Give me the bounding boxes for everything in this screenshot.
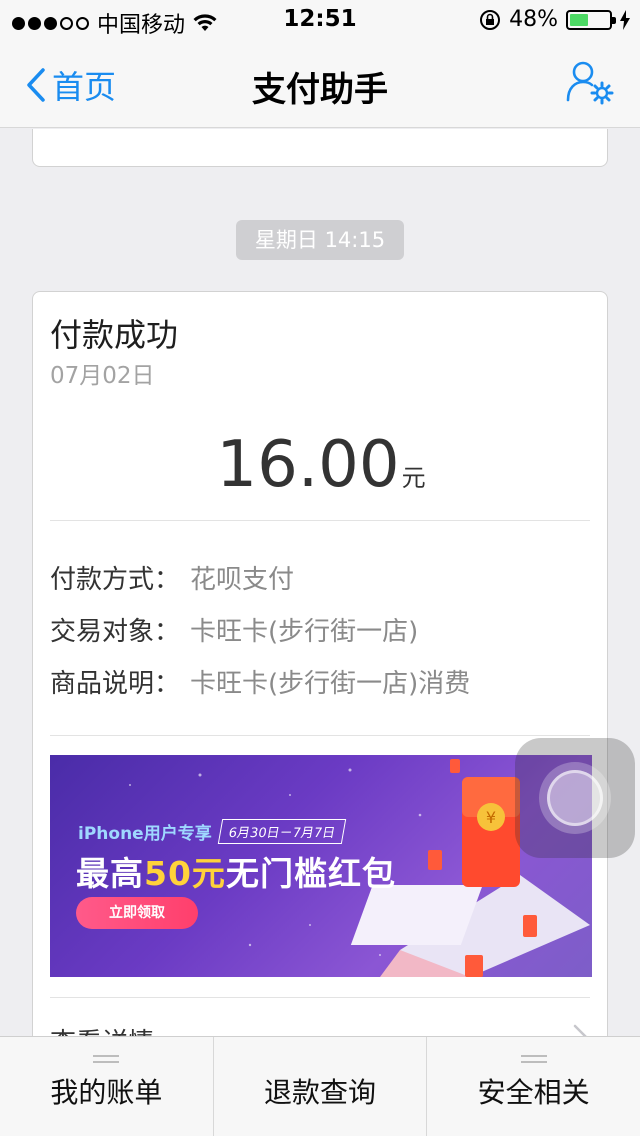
chevron-left-icon bbox=[27, 68, 45, 102]
banner-date-range: 6月30日－7月7日 bbox=[217, 819, 347, 844]
user-settings-button[interactable] bbox=[566, 60, 614, 110]
chevron-right-icon bbox=[573, 1024, 587, 1036]
headline-prefix: 最高 bbox=[76, 854, 144, 893]
user-settings-icon bbox=[566, 61, 614, 105]
battery-icon bbox=[566, 9, 616, 30]
divider bbox=[50, 735, 590, 736]
menu-handle-icon bbox=[520, 1055, 547, 1063]
back-button-label: 首页 bbox=[52, 68, 117, 106]
battery-level bbox=[570, 13, 589, 26]
detail-row-payment-method: 付款方式： 花呗支付 bbox=[50, 559, 294, 596]
charging-bolt-icon bbox=[620, 9, 630, 30]
banner-tag-text: iPhone用户专享 bbox=[78, 824, 212, 844]
tab-refund-query[interactable]: 退款查询 bbox=[214, 1037, 428, 1136]
detail-key: 商品说明： bbox=[50, 669, 181, 699]
back-button[interactable]: 首页 bbox=[26, 62, 116, 108]
detail-row-counterparty: 交易对象： 卡旺卡(步行街一店) bbox=[50, 611, 418, 648]
payment-card[interactable]: 付款成功 07月02日 16.00元 付款方式： 花呗支付 交易对象： 卡旺卡(… bbox=[32, 291, 608, 1036]
headline-suffix: 无门槛红包 bbox=[225, 854, 396, 893]
svg-text:¥: ¥ bbox=[486, 808, 496, 827]
status-bar: 中国移动 12:51 48% bbox=[0, 0, 640, 40]
card-title: 付款成功 bbox=[50, 316, 179, 354]
card-date: 07月02日 bbox=[50, 363, 155, 389]
detail-value: 卡旺卡(步行街一店) bbox=[190, 617, 419, 647]
amount-value: 16.00 bbox=[216, 428, 400, 502]
previous-message-card[interactable] bbox=[32, 129, 608, 167]
tab-label: 安全相关 bbox=[477, 1076, 590, 1109]
banner-tag: iPhone用户专享 6月30日－7月7日 bbox=[78, 819, 347, 844]
tab-label: 我的账单 bbox=[50, 1076, 163, 1109]
amount-unit: 元 bbox=[401, 464, 426, 492]
status-right: 48% bbox=[479, 7, 630, 32]
timestamp-label: 星期日 14:15 bbox=[236, 220, 404, 260]
banner-headline: 最高50元无门槛红包 bbox=[76, 847, 396, 895]
navigation-bar: 首页 支付助手 bbox=[0, 40, 640, 128]
detail-key: 付款方式： bbox=[50, 565, 181, 595]
payment-amount: 16.00元 bbox=[33, 428, 609, 502]
menu-handle-icon bbox=[93, 1055, 120, 1063]
tab-my-bills[interactable]: 我的账单 bbox=[0, 1037, 214, 1136]
detail-row-description: 商品说明： 卡旺卡(步行街一店)消费 bbox=[50, 663, 470, 700]
claim-button[interactable]: 立即领取 bbox=[76, 897, 198, 929]
bottom-menu-bar: 我的账单 退款查询 安全相关 bbox=[0, 1036, 640, 1136]
message-list[interactable]: 星期日 14:15 付款成功 07月02日 16.00元 付款方式： 花呗支付 … bbox=[0, 129, 640, 1036]
divider bbox=[50, 997, 590, 998]
tab-security[interactable]: 安全相关 bbox=[427, 1037, 640, 1136]
detail-value: 花呗支付 bbox=[190, 565, 295, 595]
detail-key: 交易对象： bbox=[50, 617, 181, 647]
divider bbox=[50, 520, 590, 521]
promo-banner[interactable]: ¥ iPhone用户专享 6月30日－7月7日 最高50元无门槛红包 立即领取 bbox=[50, 755, 592, 977]
assistive-touch-button[interactable] bbox=[515, 738, 635, 858]
tab-label: 退款查询 bbox=[264, 1076, 377, 1109]
detail-value: 卡旺卡(步行街一店)消费 bbox=[190, 669, 471, 699]
view-details-link[interactable]: 查看详情 bbox=[50, 1022, 154, 1036]
orientation-lock-icon bbox=[480, 9, 501, 30]
headline-highlight: 50元 bbox=[144, 854, 226, 893]
battery-percent: 48% bbox=[509, 7, 558, 32]
